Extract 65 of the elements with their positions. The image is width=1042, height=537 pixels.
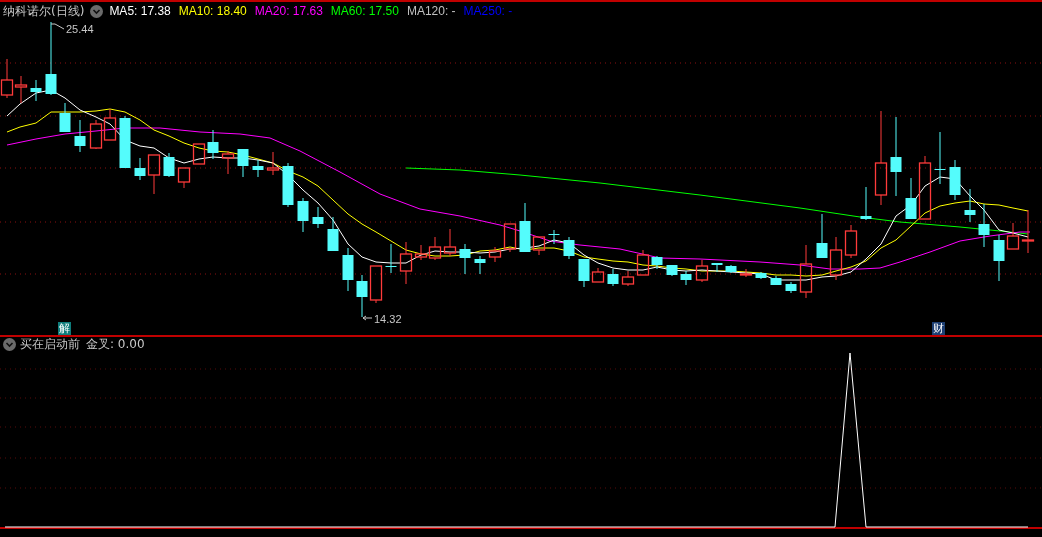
leader-line (362, 315, 373, 321)
candlestick (785, 281, 797, 294)
moving-average-legend: MA250: - (463, 5, 513, 17)
candlestick (369, 265, 383, 304)
low-price-label: 14.32 (374, 314, 402, 325)
candlestick (755, 271, 767, 280)
indicator-title: 买在启动前 (20, 338, 80, 350)
candlestick (312, 206, 324, 229)
candlestick (119, 115, 131, 169)
high-price-label: 25.44 (66, 24, 94, 35)
candlestick (356, 274, 368, 318)
moving-average-legend: MA10: 18.40 (178, 5, 247, 17)
candlestick (607, 268, 619, 287)
candlestick (548, 229, 560, 245)
candlestick (266, 151, 280, 176)
candlestick (297, 197, 309, 233)
candlestick (0, 58, 14, 99)
candlestick (74, 119, 86, 153)
candlestick (799, 244, 813, 299)
event-badge[interactable]: 解 (58, 322, 71, 335)
candlestick (14, 75, 28, 104)
candlestick (177, 167, 191, 189)
candlestick (221, 150, 235, 175)
candlestick (59, 102, 71, 133)
moving-average-legend: MA20: 17.63 (254, 5, 323, 17)
candlestick (711, 262, 723, 273)
moving-average-legend: MA60: 17.50 (330, 5, 399, 17)
candlestick (934, 131, 946, 185)
candlestick (252, 159, 264, 178)
candlestick (680, 270, 692, 286)
indicator-readout: 金叉: 0.00 (86, 338, 145, 350)
candlestick (30, 79, 42, 102)
candlestick (725, 264, 737, 274)
candlestick (666, 264, 678, 277)
candlestick (860, 186, 872, 221)
candlestick (237, 148, 249, 178)
moving-average-legend: MA120: - (406, 5, 456, 17)
candlestick (443, 228, 457, 257)
candlestick (385, 243, 397, 274)
candlestick (829, 236, 843, 281)
candlestick (949, 159, 961, 201)
chart-title: 纳科诺尔(日线) (3, 5, 85, 17)
candlestick (816, 213, 828, 259)
candlestick (282, 162, 294, 208)
candlestick (342, 247, 354, 292)
candlestick (978, 203, 990, 248)
candlestick (192, 143, 206, 165)
event-badge[interactable]: 财 (932, 322, 945, 335)
moving-average-legend: MA5: 17.38 (109, 5, 171, 17)
dropdown-button[interactable] (90, 4, 104, 18)
candlestick (964, 188, 976, 223)
dropdown-button[interactable] (3, 337, 16, 351)
candlestick (459, 243, 471, 275)
candlestick (770, 275, 782, 286)
candlestick (844, 224, 858, 259)
leader-line (50, 23, 65, 30)
candlestick (563, 236, 575, 260)
candlestick (89, 119, 103, 150)
candlestick (327, 216, 339, 252)
candlestick (474, 255, 486, 275)
candlestick (695, 259, 709, 283)
candlestick (163, 152, 175, 178)
candlestick (739, 268, 753, 278)
candlestick (103, 108, 117, 141)
candlestick (207, 129, 219, 160)
